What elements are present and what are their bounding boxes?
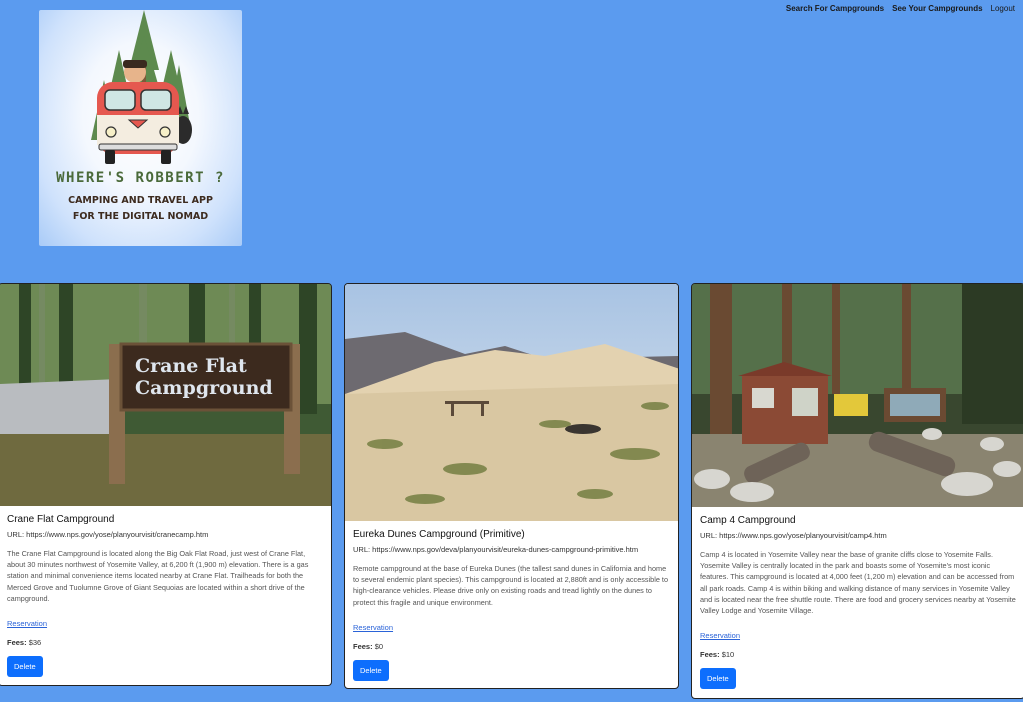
van-illustration [91,10,192,164]
campground-description: Camp 4 is located in Yosemite Valley nea… [700,550,1016,616]
fees-label: Fees: [700,650,720,660]
delete-button[interactable]: Delete [353,659,389,681]
logo-title: WHERE'S ROBBERT ? [56,170,225,186]
campground-fees: Fees: $10 [700,650,1016,659]
fees-value: $36 [28,638,42,648]
app-logo: WHERE'S ROBBERT ? CAMPING AND TRAVEL APP… [39,10,242,246]
campground-description: The Crane Flat Campground is located alo… [7,549,309,603]
campground-card: Camp 4 Campground URL: https://www.nps.g… [691,283,1023,699]
reservation-link[interactable]: Reservation [700,631,740,640]
top-nav: Search For Campgrounds See Your Campgrou… [786,4,1015,13]
campground-fees: Fees: $36 [7,638,323,647]
campground-title: Eureka Dunes Campground (Primitive) [353,529,525,540]
nav-logout[interactable]: Logout [991,4,1015,13]
nav-search-campgrounds[interactable]: Search For Campgrounds [786,4,884,13]
campground-title: Crane Flat Campground [7,514,115,525]
reservation-link[interactable]: Reservation [353,623,393,632]
sign-text-2: Campground [135,377,273,399]
campground-fees: Fees: $0 [353,642,670,651]
fees-label: Fees: [7,638,27,648]
campground-description: Remote campground at the base of Eureka … [353,564,669,607]
delete-button[interactable]: Delete [7,656,43,678]
campground-image: Crane Flat Campground [0,284,331,506]
sign-text-1: Crane Flat [135,355,247,377]
logo-tagline-1: CAMPING AND TRAVEL APP [68,195,213,206]
fees-label: Fees: [353,641,373,651]
fees-value: $10 [721,650,735,660]
nav-your-campgrounds[interactable]: See Your Campgrounds [892,4,982,13]
campground-card: Eureka Dunes Campground (Primitive) URL:… [344,283,679,689]
campground-title: Camp 4 Campground [700,515,796,526]
campground-url: URL: https://www.nps.gov/yose/planyourvi… [700,531,887,540]
campground-url: URL: https://www.nps.gov/deva/planyourvi… [353,545,639,554]
campground-card: Crane Flat Campground Crane Flat Campgro… [0,283,332,686]
logo-tagline-2: FOR THE DIGITAL NOMAD [72,211,209,222]
campground-image [692,284,1023,507]
fees-value: $0 [374,641,384,651]
campground-image [345,284,678,521]
campground-url: URL: https://www.nps.gov/yose/planyourvi… [7,530,209,539]
delete-button[interactable]: Delete [700,668,736,690]
reservation-link[interactable]: Reservation [7,619,47,628]
